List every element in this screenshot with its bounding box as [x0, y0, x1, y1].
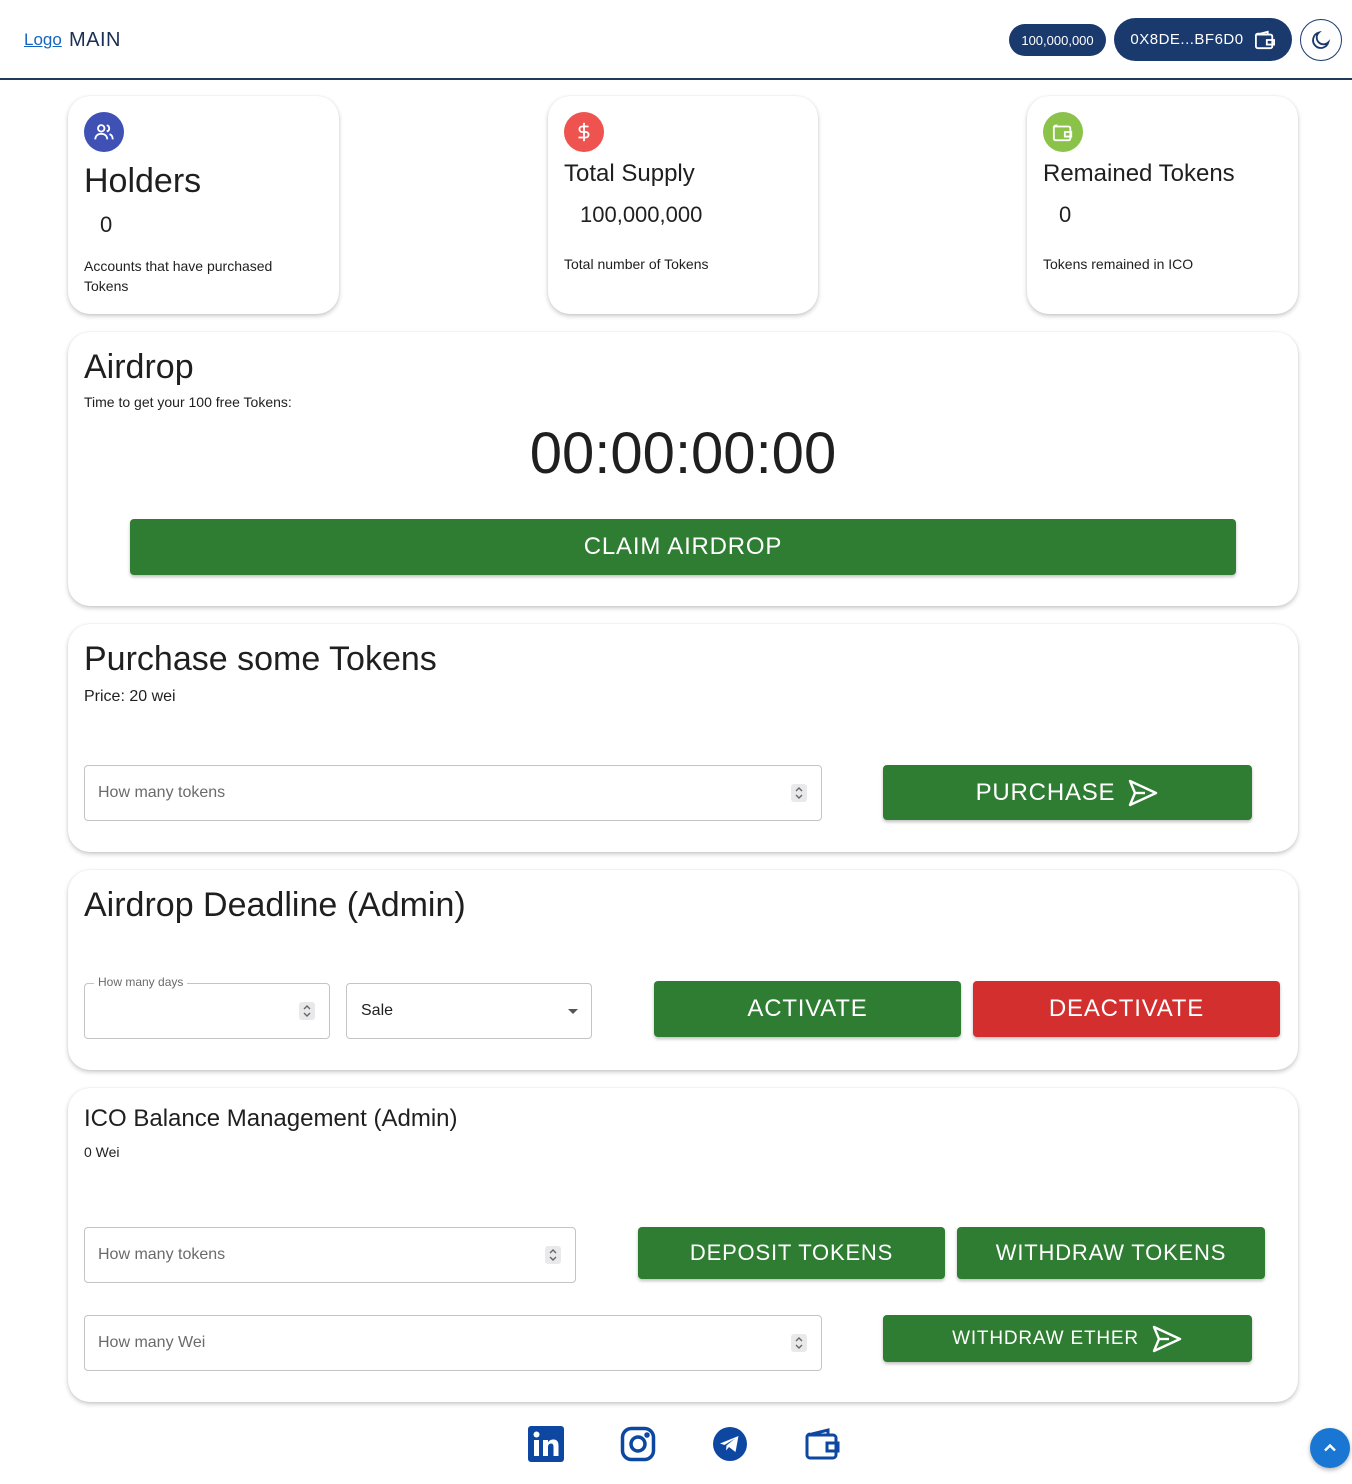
tokens-amount-field[interactable]	[84, 1227, 576, 1283]
withdraw-tokens-button[interactable]: WITHDRAW TOKENS	[957, 1227, 1265, 1279]
wallet-connect-button[interactable]: 0X8DE...BF6D0	[1114, 18, 1292, 61]
stat-value: 0	[1059, 202, 1072, 227]
days-input[interactable]	[98, 984, 282, 1038]
number-spinner[interactable]	[791, 1334, 807, 1352]
stat-value: 100,000,000	[580, 202, 703, 227]
stat-title: Total Supply	[564, 160, 695, 187]
airdrop-card: Airdrop Time to get your 100 free Tokens…	[68, 332, 1298, 606]
app-header: Logo MAIN 100,000,000 0X8DE...BF6D0	[0, 0, 1352, 80]
price-text: Price: 20 wei	[84, 688, 176, 705]
stat-description: Tokens remained in ICO	[1043, 256, 1194, 272]
number-spinner[interactable]	[299, 1002, 315, 1020]
stat-description: Total number of Tokens	[564, 256, 709, 272]
withdraw-ether-label: WITHDRAW ETHER	[952, 1327, 1139, 1349]
withdraw-ether-button[interactable]: WITHDRAW ETHER	[883, 1315, 1252, 1362]
scroll-to-top-button[interactable]	[1310, 1428, 1350, 1468]
tokens-amount-input[interactable]	[98, 1228, 528, 1282]
main-nav-link[interactable]: MAIN	[69, 29, 121, 52]
footer-social-links	[528, 1426, 840, 1462]
dollar-icon	[564, 112, 604, 152]
stat-title: Remained Tokens	[1043, 160, 1235, 187]
stat-description: Accounts that have purchased Tokens	[84, 258, 273, 294]
wei-amount-input[interactable]	[98, 1316, 774, 1370]
stat-card-remained-tokens: Remained Tokens 0 Tokens remained in ICO	[1027, 96, 1298, 314]
ico-balance: 0 Wei	[84, 1144, 120, 1160]
mode-select-value: Sale	[361, 1002, 394, 1019]
stat-card-total-supply: Total Supply 100,000,000 Total number of…	[548, 96, 818, 314]
wallet-icon	[1254, 30, 1275, 49]
deposit-tokens-button[interactable]: DEPOSIT TOKENS	[638, 1227, 945, 1279]
purchase-card: Purchase some Tokens Price: 20 wei PURCH…	[68, 624, 1298, 852]
moon-icon	[1312, 30, 1331, 49]
logo-link[interactable]: Logo	[24, 30, 62, 50]
wallet-icon	[1043, 112, 1083, 152]
stat-card-holders: Holders 0 Accounts that have purchased T…	[68, 96, 339, 314]
stat-title: Holders	[84, 162, 202, 200]
purchase-button-label: PURCHASE	[975, 778, 1116, 806]
wallet-address: 0X8DE...BF6D0	[1130, 31, 1244, 48]
deadline-title: Airdrop Deadline (Admin)	[84, 886, 466, 924]
chevron-up-icon	[1324, 1443, 1336, 1452]
number-spinner[interactable]	[545, 1246, 561, 1264]
caret-down-icon	[568, 1009, 578, 1014]
days-field[interactable]: How many days	[84, 975, 330, 1039]
purchase-title: Purchase some Tokens	[84, 640, 437, 678]
wallet-icon[interactable]	[804, 1426, 840, 1462]
users-icon	[84, 112, 124, 152]
send-icon	[1152, 1325, 1182, 1352]
claim-airdrop-button[interactable]: CLAIM AIRDROP	[130, 519, 1236, 575]
instagram-icon[interactable]	[620, 1426, 656, 1462]
airdrop-subtitle: Time to get your 100 free Tokens:	[84, 394, 292, 410]
balance-management-title: ICO Balance Management (Admin)	[84, 1105, 458, 1132]
telegram-icon[interactable]	[712, 1426, 748, 1462]
purchase-tokens-field[interactable]	[84, 765, 822, 821]
purchase-button[interactable]: PURCHASE	[883, 765, 1252, 820]
airdrop-deadline-card: Airdrop Deadline (Admin) How many days S…	[68, 870, 1298, 1070]
linkedin-icon[interactable]	[528, 1426, 564, 1462]
balance-management-card: ICO Balance Management (Admin) 0 Wei DEP…	[68, 1088, 1298, 1402]
purchase-tokens-input[interactable]	[98, 766, 774, 820]
token-balance-chip: 100,000,000	[1009, 24, 1106, 56]
wei-amount-field[interactable]	[84, 1315, 822, 1371]
mode-select[interactable]: Sale	[346, 983, 592, 1039]
stat-value: 0	[100, 212, 113, 237]
number-spinner[interactable]	[791, 784, 807, 802]
activate-button[interactable]: ACTIVATE	[654, 981, 961, 1037]
deactivate-button[interactable]: DEACTIVATE	[973, 981, 1280, 1037]
airdrop-title: Airdrop	[84, 348, 194, 386]
send-icon	[1129, 779, 1158, 806]
airdrop-countdown: 00:00:00:00	[529, 421, 837, 486]
theme-toggle-button[interactable]	[1300, 19, 1342, 61]
